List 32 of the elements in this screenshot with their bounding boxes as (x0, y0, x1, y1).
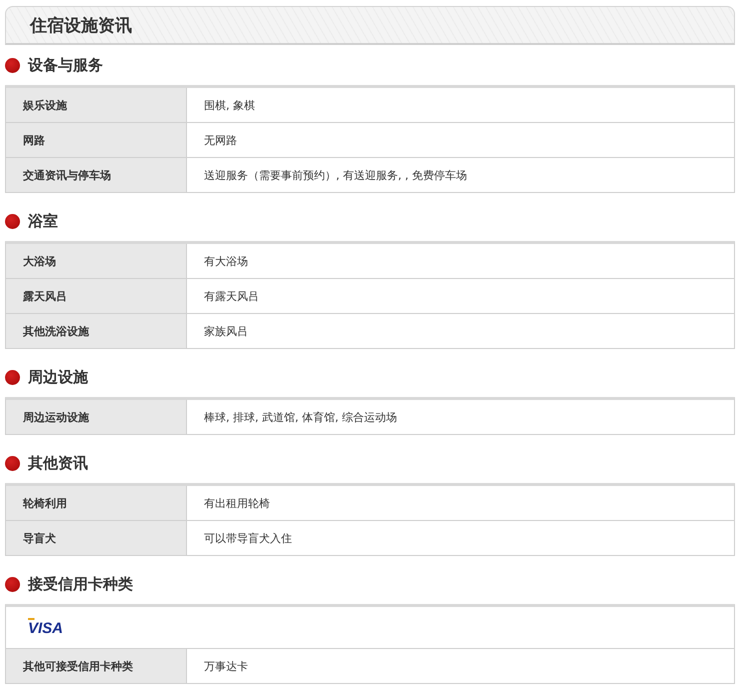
label-cell: 娱乐设施 (6, 88, 187, 122)
label-cell: 露天风吕 (6, 279, 187, 313)
value-cell-text: 有露天风吕 (203, 288, 260, 304)
label-cell: 交通资讯与停车场 (6, 158, 187, 192)
value-cell-text: 有大浴场 (203, 254, 249, 270)
bullet-icon (5, 214, 20, 228)
page-title: 住宿设施资讯 (30, 14, 132, 36)
section-heading: 其他资讯 (28, 454, 88, 472)
label-cell: 导盲犬 (6, 521, 187, 555)
label-cell: 周边运动设施 (6, 400, 187, 434)
value-cell-text: 有出租用轮椅 (203, 496, 271, 512)
label-cell: 大浴场 (6, 244, 187, 278)
label-cell: 轮椅利用 (6, 486, 187, 520)
value-cell-text: 家族风吕 (203, 324, 249, 340)
value-cell-text: 无网路 (203, 132, 238, 148)
section-heading: 设备与服务 (28, 56, 103, 74)
card-logo: VISA (28, 618, 64, 637)
section-heading: 接受信用卡种类 (28, 574, 133, 594)
label-cell: 其他洗浴设施 (6, 314, 187, 348)
section-heading: 浴室 (28, 212, 58, 230)
value-cell-text: 万事达卡 (203, 658, 249, 674)
label-cell: 网路 (6, 123, 187, 157)
value-cell-text: 棒球, 排球, 武道馆, 体育馆, 综合运动场 (203, 410, 398, 426)
bullet-icon (5, 58, 20, 72)
bullet-icon (5, 370, 20, 384)
bullet-icon (5, 576, 20, 592)
value-cell-text: 围棋, 象棋 (203, 98, 256, 114)
section-heading: 周边设施 (28, 368, 88, 386)
bullet-icon (5, 456, 20, 470)
label-cell: 其他可接受信用卡种类 (6, 649, 187, 683)
value-cell-text: 送迎服务（需要事前预约）, 有送迎服务, , 免费停车场 (203, 168, 468, 184)
value-cell-text: 可以带导盲犬入住 (203, 530, 293, 546)
